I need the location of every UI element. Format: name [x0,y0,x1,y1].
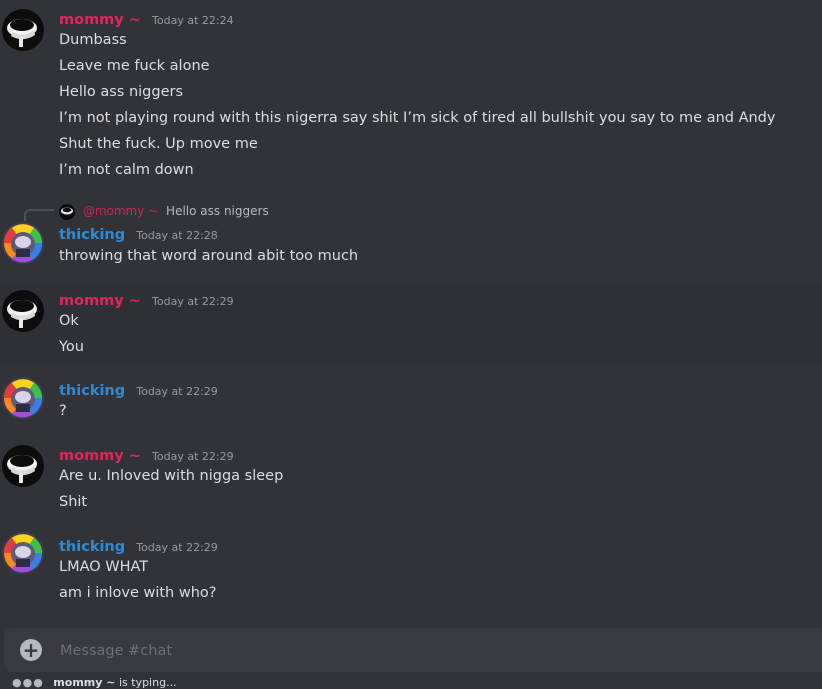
message-timestamp[interactable]: Today at 22:29 [152,295,234,308]
author-name[interactable]: mommy ~ [59,12,141,28]
avatar[interactable] [2,445,44,487]
message-timestamp[interactable]: Today at 22:29 [136,541,218,554]
avatar[interactable] [2,377,44,419]
message-text: Shut the fuck. Up move me [59,136,258,152]
plus-circle-icon[interactable]: + [20,639,42,661]
author-name[interactable]: thicking [59,227,125,243]
message-text: Ok [59,313,79,329]
reply-author[interactable]: @mommy ~ [83,204,158,218]
avatar[interactable] [2,222,44,264]
author-name[interactable]: thicking [59,539,125,555]
message-text: I’m not calm down [59,162,194,178]
message-text: Leave me fuck alone [59,58,210,74]
message-input[interactable] [58,628,802,674]
typing-text: is typing... [118,676,177,689]
message-text: I’m not playing round with this nigerra … [59,110,776,126]
message-text: Hello ass niggers [59,84,184,100]
message-group: mommy ~ Today at 22:29 Ok You [0,284,822,364]
message-group: thicking Today at 22:29 LMAO WHAT am i i… [0,532,822,612]
typing-dots-icon: ●●● [12,676,44,689]
avatar[interactable] [2,9,44,51]
message-text: ? [59,403,67,419]
reply-connector [24,209,54,221]
message-text: You [59,339,84,355]
message-group: mommy ~ Today at 22:29 Are u. Inloved wi… [0,445,822,515]
reply-preview[interactable]: @mommy ~ Hello ass niggers [59,202,269,220]
message-text: LMAO WHAT [59,559,149,575]
avatar[interactable] [2,532,44,574]
message-group: mommy ~ Today at 22:24 Dumbass Leave me … [0,0,822,190]
author-name[interactable]: mommy ~ [59,293,141,309]
typing-indicator: ●●● mommy ~ is typing... [12,676,177,689]
message-timestamp[interactable]: Today at 22:24 [152,14,234,27]
message-group: thicking Today at 22:29 ? [0,377,822,427]
message-text: am i inlove with who? [59,585,217,601]
avatar[interactable] [2,290,44,332]
message-text: throwing that word around abit too much [59,248,359,264]
typing-user: mommy ~ [53,676,116,689]
message-timestamp[interactable]: Today at 22:29 [136,385,218,398]
message-timestamp[interactable]: Today at 22:28 [136,229,218,242]
message-text: Dumbass [59,32,127,48]
chat-messages: mommy ~ Today at 22:24 Dumbass Leave me … [0,0,822,689]
message-group: thicking Today at 22:28 throwing that wo… [0,222,822,272]
reply-text[interactable]: Hello ass niggers [166,204,269,218]
message-composer: + [4,628,822,674]
message-timestamp[interactable]: Today at 22:29 [152,450,234,463]
message-text: Shit [59,494,88,510]
author-name[interactable]: mommy ~ [59,448,141,464]
author-name[interactable]: thicking [59,383,125,399]
reply-avatar [59,203,75,220]
message-text: Are u. Inloved with nigga sleep [59,468,284,484]
